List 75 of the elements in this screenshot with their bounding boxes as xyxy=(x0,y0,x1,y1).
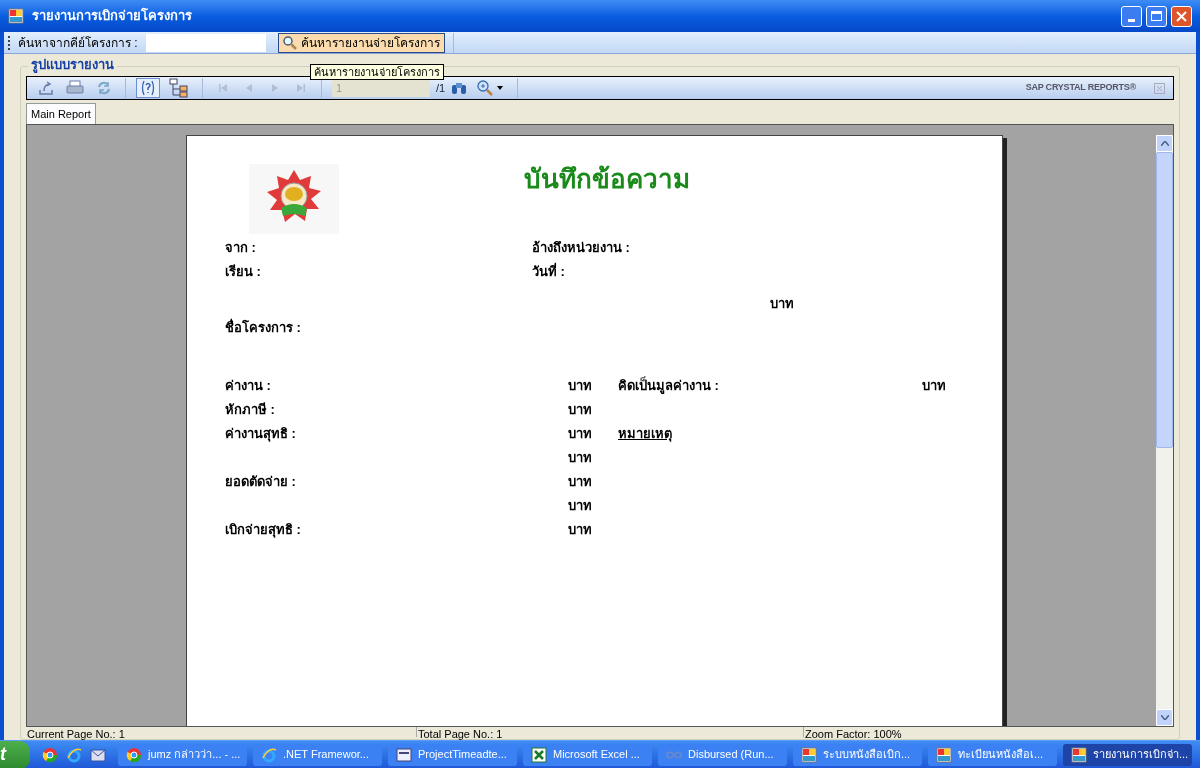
amount-label: หักภาษี : xyxy=(225,401,276,418)
refresh-icon xyxy=(96,80,112,96)
currency-unit: บาท xyxy=(568,377,593,394)
document-icon xyxy=(396,746,412,763)
status-text: Zoom Factor: 100% xyxy=(803,727,1174,737)
caret-icon xyxy=(497,86,504,90)
field-label: อ้างถึงหน่วยงาน : xyxy=(532,239,630,256)
currency-unit: บาท xyxy=(568,449,593,466)
currency-unit: บาท xyxy=(770,295,794,312)
taskbar-button[interactable]: Disbursed (Run... xyxy=(658,743,787,766)
spreadsheet-icon xyxy=(531,746,547,763)
scroll-thumb[interactable] xyxy=(1156,152,1173,448)
search-report-button[interactable]: ค้นหารายงานจ่ายโครงการ xyxy=(277,32,445,53)
window-icon xyxy=(8,8,24,24)
taskbar-button[interactable]: ProjectTimeadte... xyxy=(388,743,517,766)
taskbar-button[interactable]: jumz กล่าวว่า... - ... xyxy=(118,743,247,766)
app-icon xyxy=(936,746,952,763)
quick-launch-button[interactable] xyxy=(66,746,82,763)
app-icon xyxy=(1071,746,1087,763)
search-field[interactable] xyxy=(145,33,266,52)
minimize-button[interactable] xyxy=(1121,5,1142,27)
chrome-icon xyxy=(42,746,58,763)
currency-unit: บาท xyxy=(922,377,946,394)
field-label: ชื่อโครงการ : xyxy=(225,318,302,336)
taskbar-button[interactable]: .NET Framewor... xyxy=(253,743,382,766)
quick-launch-button[interactable] xyxy=(42,746,58,763)
report-title: บันทึกข้อความ xyxy=(523,164,690,196)
help-icon xyxy=(139,80,157,96)
chrome-icon xyxy=(126,746,142,763)
window-title: รายงานการเบิกจ่ายโครงการ xyxy=(32,7,192,26)
currency-unit: บาท xyxy=(568,473,593,490)
amount-label: ค่างาน : xyxy=(225,377,272,394)
report-tab[interactable]: Main Report xyxy=(26,103,96,124)
zoom-icon xyxy=(477,80,494,96)
export-icon xyxy=(38,80,54,96)
quick-launch-button[interactable] xyxy=(90,746,106,763)
amount-label: ค่างานสุทธิ : xyxy=(225,425,297,442)
search-icon xyxy=(282,35,297,50)
taskbar-button[interactable]: รายงานการเบิกจ่า... xyxy=(1063,743,1192,766)
first-page-icon xyxy=(217,82,229,94)
currency-unit: บาท xyxy=(568,425,593,442)
close-icon xyxy=(1156,84,1163,92)
last-page-icon xyxy=(295,82,307,94)
maximize-button[interactable] xyxy=(1146,5,1167,27)
scroll-down-button[interactable] xyxy=(1156,709,1173,726)
tooltip: ค้นหารายงานจ่ายโครงการ xyxy=(309,63,444,80)
help-button[interactable] xyxy=(136,78,160,98)
printer-icon xyxy=(66,80,84,96)
currency-unit: บาท xyxy=(568,401,593,418)
taskbar-button[interactable]: ทะเบียนหนังสือเ... xyxy=(928,743,1057,766)
search-label: ค้นหาจากคีย์โครงการ : xyxy=(18,34,138,52)
group-title: รูปแบบรายงาน xyxy=(28,56,117,74)
ie-icon xyxy=(261,746,277,763)
start-button[interactable]: t xyxy=(0,740,30,768)
ie-icon xyxy=(66,746,82,763)
app-icon xyxy=(801,746,817,763)
amount-label: ยอดตัดจ่าย : xyxy=(225,473,297,490)
field-label: วันที่ : xyxy=(532,262,565,280)
amount-label: คิดเป็นมูลค่างาน : xyxy=(618,376,720,394)
currency-unit: บาท xyxy=(568,521,593,538)
taskbar-button[interactable]: ระบบหนังสือเบิก... xyxy=(793,743,922,766)
scroll-up-button[interactable] xyxy=(1156,135,1173,152)
amount-label: เบิกจ่ายสุทธิ : xyxy=(225,521,302,538)
field-label: จาก : xyxy=(225,239,257,256)
tree-icon xyxy=(169,78,189,98)
binoculars-icon xyxy=(451,81,468,95)
currency-unit: บาท xyxy=(568,497,593,514)
close-icon xyxy=(1176,10,1187,22)
envelope-icon xyxy=(90,746,106,763)
remark-heading: หมายเหตุ xyxy=(618,425,672,442)
field-label: เรียน : xyxy=(225,263,262,280)
close-button[interactable] xyxy=(1154,82,1165,94)
taskbar-button[interactable]: Microsoft Excel ... xyxy=(523,743,652,766)
brand-label: SAP CRYSTAL REPORTS® xyxy=(1025,81,1136,95)
page-total: /1 xyxy=(436,80,446,96)
